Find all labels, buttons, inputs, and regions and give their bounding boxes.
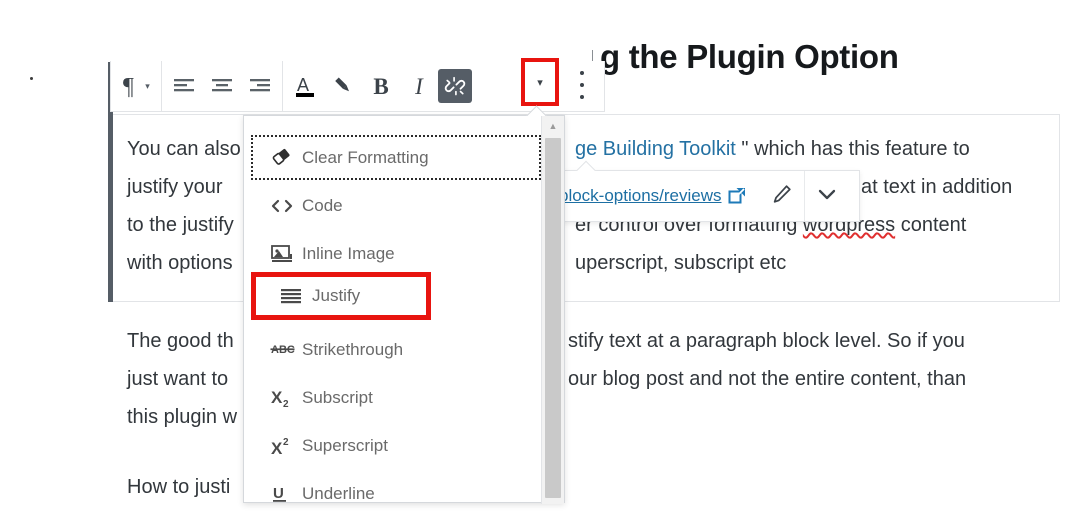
underline-icon: U bbox=[270, 483, 302, 505]
paragraph-one-line1-tail: " which has this feature to bbox=[735, 138, 970, 160]
paragraph-two-line1-right-text: stify text at a paragraph block level. S… bbox=[568, 330, 965, 352]
paragraph-one-line4-right: uperscript, subscript etc bbox=[575, 244, 786, 282]
toolbar-group-inline-format: A B I bbox=[283, 61, 475, 112]
kebab-dot bbox=[580, 95, 584, 99]
code-icon bbox=[270, 196, 302, 216]
menu-item-label: Subscript bbox=[302, 387, 373, 407]
dropdown-scrollbar[interactable]: ▲ bbox=[541, 116, 564, 504]
paragraph-one-line1-left: You can also bbox=[127, 130, 241, 168]
menu-item-label: Justify bbox=[312, 286, 361, 305]
svg-text:2: 2 bbox=[283, 399, 289, 410]
link-preview-popup[interactable]: block-options/reviews bbox=[556, 170, 860, 222]
expand-link-settings-button[interactable] bbox=[803, 171, 849, 221]
menu-item-label: Inline Image bbox=[302, 243, 395, 263]
edit-link-button[interactable] bbox=[760, 171, 804, 221]
paragraph-one-line4-left-text: with options bbox=[127, 252, 233, 274]
strikethrough-icon: ABC bbox=[270, 340, 302, 360]
inline-link-text[interactable]: ge Building Toolkit bbox=[575, 138, 736, 160]
menu-item-justify-highlighted[interactable]: Justify bbox=[262, 274, 422, 318]
paragraph-two-line2-left: just want to bbox=[127, 360, 228, 398]
svg-text:U: U bbox=[273, 485, 284, 502]
svg-text:X: X bbox=[271, 388, 283, 407]
menu-item-underline[interactable]: U Underline bbox=[252, 472, 540, 515]
justify-icon bbox=[280, 286, 312, 306]
paragraph-two-line1-left: The good th bbox=[127, 322, 234, 360]
paragraph-one-line3-tail: content bbox=[895, 214, 967, 236]
paragraph-three-left: How to justi bbox=[127, 468, 230, 506]
paragraph-one-line4-left: with options bbox=[127, 244, 233, 282]
pencil-icon bbox=[771, 183, 793, 210]
chevron-down-icon: ▾ bbox=[537, 76, 543, 89]
paragraph-one-line3-left: to the justify bbox=[127, 206, 234, 244]
link-url-text[interactable]: block-options/reviews bbox=[559, 186, 722, 206]
more-options-icon[interactable] bbox=[572, 68, 592, 102]
menu-item-label: Underline bbox=[302, 483, 375, 503]
kebab-dot bbox=[580, 83, 584, 87]
paragraph-one-line1-right: ge Building Toolkit " which has this fea… bbox=[575, 130, 970, 168]
toolbar-group-block-type: ¶ ▾ bbox=[111, 60, 162, 112]
bold-label: B bbox=[373, 73, 389, 99]
inline-image-icon bbox=[270, 243, 302, 265]
paragraph-icon[interactable]: ¶ ▾ bbox=[114, 65, 158, 107]
svg-text:2: 2 bbox=[283, 437, 289, 448]
stray-dot bbox=[30, 77, 33, 80]
menu-item-strikethrough[interactable]: ABC Strikethrough bbox=[252, 328, 540, 371]
text-color-icon[interactable]: A bbox=[286, 65, 324, 107]
paragraph-two-line1-right: stify text at a paragraph block level. S… bbox=[568, 322, 965, 360]
paragraph-two-line2-right: our blog post and not the entire content… bbox=[568, 360, 966, 398]
menu-item-label: Clear Formatting bbox=[302, 147, 429, 167]
dropdown-pointer-arrow bbox=[525, 104, 547, 116]
link-popup-pointer-arrow bbox=[575, 160, 597, 171]
menu-item-clear-formatting[interactable]: Clear Formatting bbox=[251, 135, 541, 180]
align-right-icon[interactable] bbox=[241, 65, 279, 107]
menu-item-inline-image[interactable]: Inline Image bbox=[252, 232, 540, 275]
highlighter-icon[interactable] bbox=[324, 65, 362, 107]
unlink-icon[interactable] bbox=[438, 69, 472, 103]
superscript-icon: X 2 bbox=[270, 434, 302, 458]
menu-item-superscript[interactable]: X 2 Superscript bbox=[252, 424, 540, 467]
paragraph-one-line2-left: justify your bbox=[127, 168, 223, 206]
paragraph-one-line2-left-text: justify your bbox=[127, 176, 223, 198]
paragraph-two-line3-left: this plugin w bbox=[127, 398, 237, 436]
paragraph-one-line2-right: at text in addition bbox=[861, 168, 1012, 206]
paragraph-two-line3-left-text: this plugin w bbox=[127, 406, 238, 428]
italic-button[interactable]: I bbox=[400, 65, 438, 107]
bold-button[interactable]: B bbox=[362, 65, 400, 107]
paragraph-one-line2-right-text: at text in addition bbox=[861, 176, 1013, 198]
scroll-up-arrow-icon[interactable]: ▲ bbox=[542, 116, 564, 136]
align-left-icon[interactable] bbox=[165, 65, 203, 107]
more-formatting-dropdown-button[interactable]: ▾ bbox=[521, 58, 559, 106]
paragraph-two-line2-left-text: just want to bbox=[127, 368, 229, 390]
chevron-down-icon bbox=[815, 182, 839, 211]
svg-text:¶: ¶ bbox=[123, 74, 134, 98]
paragraph-one-line3-left-text: to the justify bbox=[127, 214, 234, 236]
menu-item-label: Superscript bbox=[302, 435, 388, 455]
italic-label: I bbox=[415, 73, 423, 99]
page-heading: g the Plugin Option bbox=[600, 38, 899, 75]
svg-text:X: X bbox=[271, 439, 283, 458]
align-center-icon[interactable] bbox=[203, 65, 241, 107]
menu-item-code[interactable]: Code bbox=[252, 184, 540, 227]
svg-text:A: A bbox=[297, 75, 309, 95]
kebab-dot bbox=[580, 71, 584, 75]
paragraph-two-line1-left-text: The good th bbox=[127, 330, 234, 352]
paragraph-one-line4-right-text: uperscript, subscript etc bbox=[575, 252, 787, 274]
external-link-icon[interactable] bbox=[728, 187, 746, 205]
paragraph-two-line2-right-text: our blog post and not the entire content… bbox=[568, 368, 967, 390]
eraser-icon bbox=[270, 147, 302, 169]
paragraph-one-line1-left-text: You can also bbox=[127, 138, 241, 160]
paragraph-three-left-text: How to justi bbox=[127, 476, 231, 498]
subscript-icon: X 2 bbox=[270, 386, 302, 410]
menu-item-label: Strikethrough bbox=[302, 339, 404, 359]
toolbar-group-alignment bbox=[162, 60, 283, 112]
menu-item-label: Code bbox=[302, 195, 343, 215]
chevron-down-icon[interactable]: ▾ bbox=[145, 81, 150, 92]
menu-item-subscript[interactable]: X 2 Subscript bbox=[252, 376, 540, 419]
scrollbar-thumb[interactable] bbox=[545, 138, 561, 498]
